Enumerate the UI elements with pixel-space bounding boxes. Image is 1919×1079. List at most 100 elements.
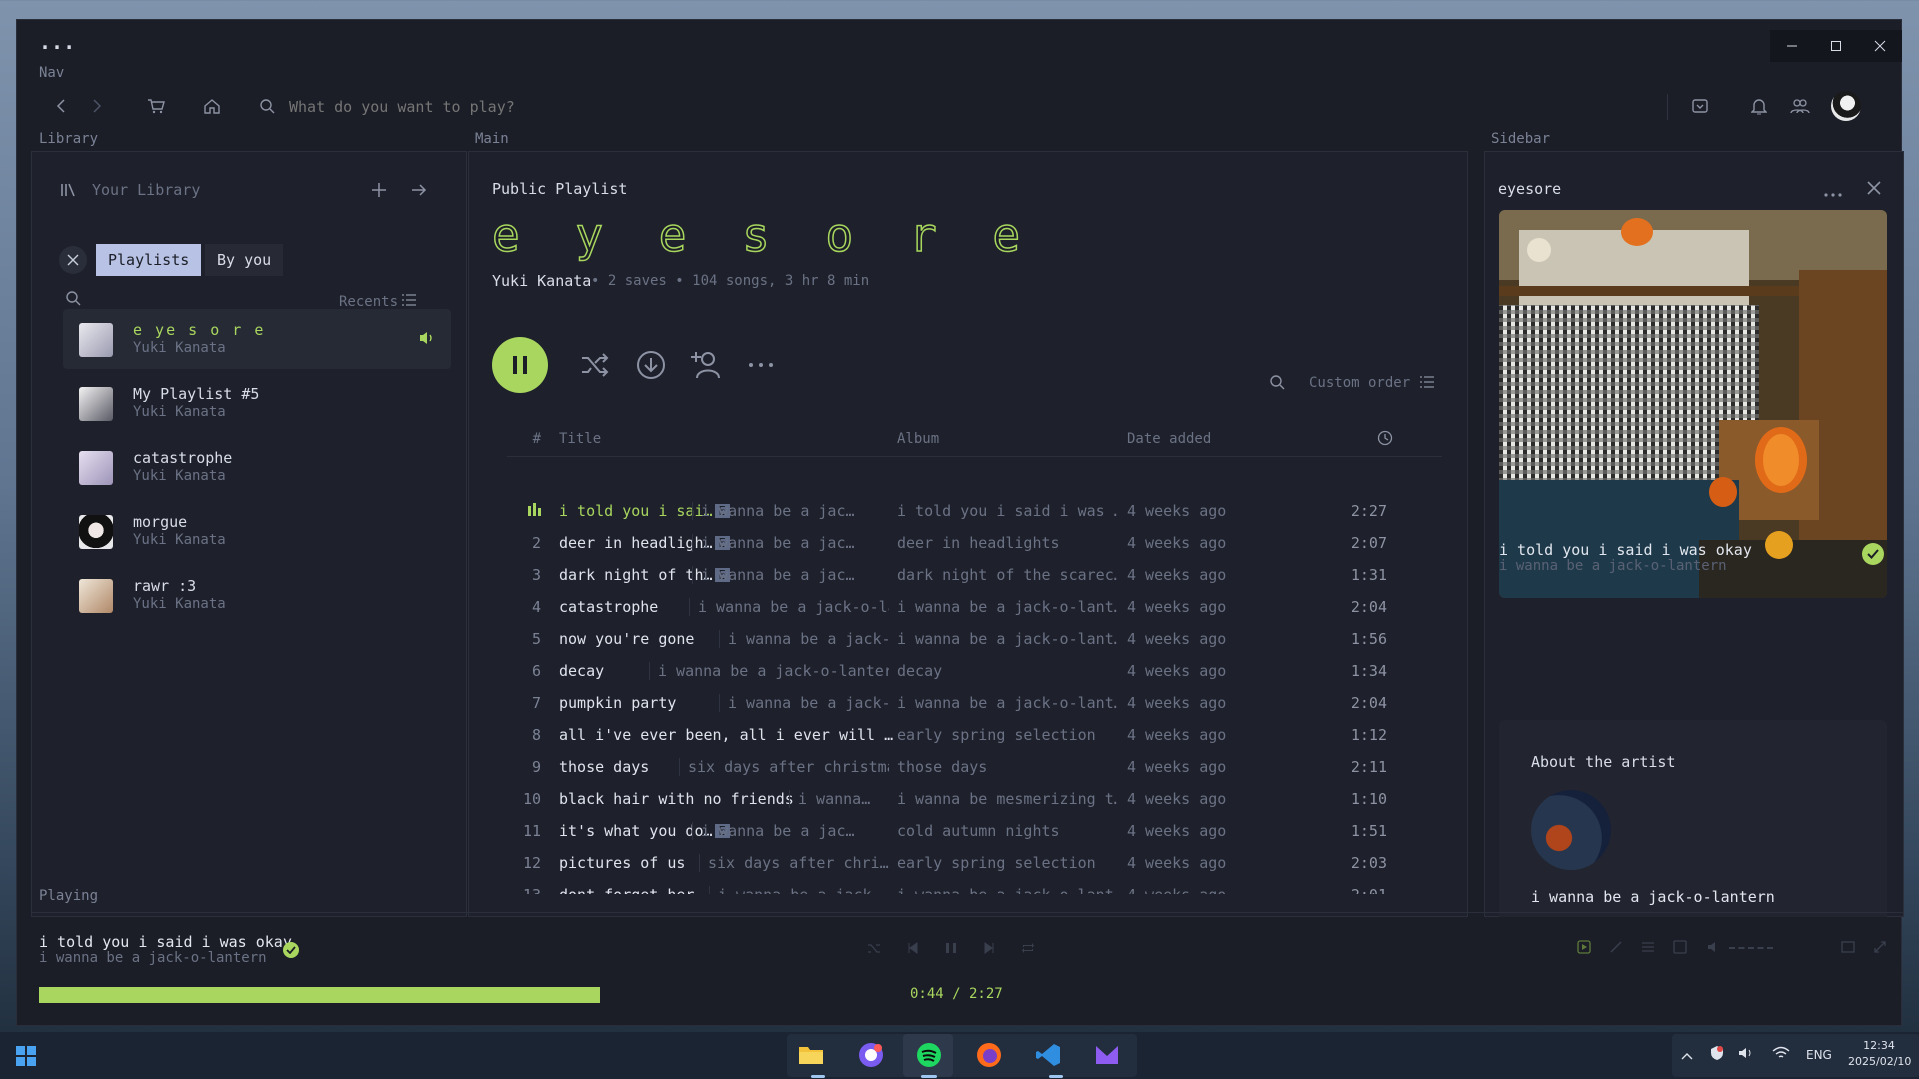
back-icon[interactable] [51,96,71,116]
track-artist[interactable]: i wanna be a jack-o-lantern [649,662,889,680]
track-title[interactable]: now you're gone [559,630,694,648]
track-artist[interactable]: i wanna be a jack-… [719,630,889,648]
track-row[interactable]: 6 decay i wanna be a jack-o-lantern decay 4 … [507,655,1407,687]
track-row[interactable]: 3 dark night of th… Ei wanna be a jac… dark… [507,559,1407,591]
track-album[interactable]: cold autumn nights [897,822,1117,840]
maximize-icon[interactable] [1814,30,1858,62]
library-item[interactable]: morgue Yuki Kanata [63,501,451,561]
menu-button[interactable]: ... [39,30,75,54]
track-artist[interactable]: i wanna be a jac… [692,822,889,840]
sidebar-track-artist[interactable]: i wanna be a jack-o-lantern [1499,558,1727,574]
bell-icon[interactable] [1748,96,1770,116]
volume-icon[interactable] [1707,940,1721,958]
clear-filter-icon[interactable] [59,246,87,274]
track-album[interactable]: i wanna be a jack-o-lant… [897,630,1117,648]
track-album[interactable]: i wanna be a jack-o-lant… [897,598,1117,616]
download-icon[interactable] [635,350,667,380]
avatar[interactable] [1831,91,1861,121]
track-album[interactable]: early spring selection [897,726,1117,744]
playlist-owner[interactable]: Yuki Kanata [492,272,591,290]
library-item[interactable]: e ye s o r e Yuki Kanata [63,309,451,369]
track-album[interactable]: decay [897,662,1117,680]
now-playing-view-icon[interactable] [1577,940,1591,960]
lyrics-icon[interactable] [1609,940,1623,958]
firefox-icon[interactable] [976,1042,1002,1072]
artist-name[interactable]: i wanna be a jack-o-lantern [1531,888,1775,906]
track-artist[interactable]: i wanna be a jack-o-la… [689,598,889,616]
track-title[interactable]: black hair with no friends [559,790,794,808]
library-search-icon[interactable] [63,288,83,308]
sidebar-close-icon[interactable] [1867,181,1881,199]
close-window-icon[interactable] [1858,30,1902,62]
shuffle-small-icon[interactable] [867,942,881,958]
header-date-added[interactable]: Date added [1127,431,1211,447]
saved-check-icon[interactable] [1862,543,1884,565]
track-album[interactable]: i wanna be a jack-o-lant… [897,694,1117,712]
library-item[interactable]: My Playlist #5 Yuki Kanata [63,373,451,433]
header-album[interactable]: Album [897,431,939,447]
add-icon[interactable] [369,180,389,200]
expand-arrow-icon[interactable] [409,180,429,200]
playlist-search-icon[interactable] [1267,372,1287,392]
spotify-icon[interactable] [916,1042,942,1072]
mini-player-icon[interactable] [1841,941,1855,957]
track-row[interactable]: 7 pumpkin party i wanna be a jack-o-… i wan… [507,687,1407,719]
track-artist[interactable]: i wanna be a jac… [692,534,889,552]
home-icon[interactable] [201,96,223,116]
track-row[interactable]: 12 pictures of us six days after chri… earl… [507,847,1407,879]
chat-app-icon[interactable] [858,1042,884,1072]
security-icon[interactable] [1710,1045,1724,1065]
previous-icon[interactable] [907,942,919,958]
track-row[interactable]: 10 black hair with no friends i wanna… i wa… [507,783,1407,815]
library-title[interactable]: Your Library [92,181,200,199]
vscode-icon[interactable] [1035,1042,1061,1072]
pause-small-icon[interactable] [945,942,957,958]
install-icon[interactable] [1689,96,1711,116]
sidebar-more-icon[interactable] [1824,185,1842,201]
cart-icon[interactable] [145,96,167,116]
track-artist[interactable]: i wanna be a jac… [692,566,889,584]
minimize-icon[interactable] [1770,30,1814,62]
fullscreen-icon[interactable] [1873,940,1887,958]
track-row[interactable]: 9 those days six days after christma… those… [507,751,1407,783]
obsidian-icon[interactable] [1094,1042,1120,1072]
artist-avatar[interactable] [1531,790,1611,870]
track-album[interactable]: dark night of the scarec… [897,566,1117,584]
library-icon[interactable] [59,181,77,199]
add-collaborator-icon[interactable] [689,348,723,380]
track-artist[interactable]: i wanna… [789,790,889,808]
queue-icon[interactable] [1641,941,1655,957]
library-item[interactable]: rawr :3 Yuki Kanata [63,565,451,625]
track-title[interactable]: pumpkin party [559,694,676,712]
library-sort[interactable]: Recents [339,294,398,310]
play-pause-button[interactable] [492,337,548,393]
volume-tray-icon[interactable] [1738,1046,1754,1064]
track-artist[interactable]: six days after christma… [679,758,889,776]
player-track-artist[interactable]: i wanna be a jack-o-lantern [39,950,267,966]
friends-icon[interactable] [1789,96,1811,116]
repeat-icon[interactable] [1021,942,1035,958]
about-artist-card[interactable]: About the artist i wanna be a jack-o-lan… [1499,720,1887,917]
file-explorer-icon[interactable] [798,1042,824,1070]
track-title[interactable]: those days [559,758,649,776]
sidebar-track-title[interactable]: i told you i said i was okay [1499,541,1752,559]
track-row[interactable]: i told you i sai… Ei wanna be a jac… i tol… [507,495,1407,527]
next-icon[interactable] [983,942,995,958]
shuffle-icon[interactable] [579,350,611,380]
sort-order[interactable]: Custom order [1309,375,1410,391]
track-row[interactable]: 8 all i've ever been, all i ever will … ea… [507,719,1407,751]
forward-icon[interactable] [87,96,107,116]
list-icon[interactable] [401,292,417,308]
windows-start-icon[interactable] [16,1046,36,1070]
track-title[interactable]: catastrophe [559,598,658,616]
track-row[interactable]: 4 catastrophe i wanna be a jack-o-la… i wan… [507,591,1407,623]
track-title[interactable]: decay [559,662,604,680]
library-item[interactable]: catastrophe Yuki Kanata [63,437,451,497]
chip-playlists[interactable]: Playlists [96,244,202,276]
track-album[interactable]: those days [897,758,1117,776]
track-row[interactable]: 11 it's what you do… Ei wanna be a jac… col… [507,815,1407,847]
volume-slider[interactable] [1729,947,1773,949]
track-title[interactable]: pictures of us [559,854,685,872]
player-saved-icon[interactable] [283,942,299,958]
player-track-title[interactable]: i told you i said i was okay [39,933,292,951]
